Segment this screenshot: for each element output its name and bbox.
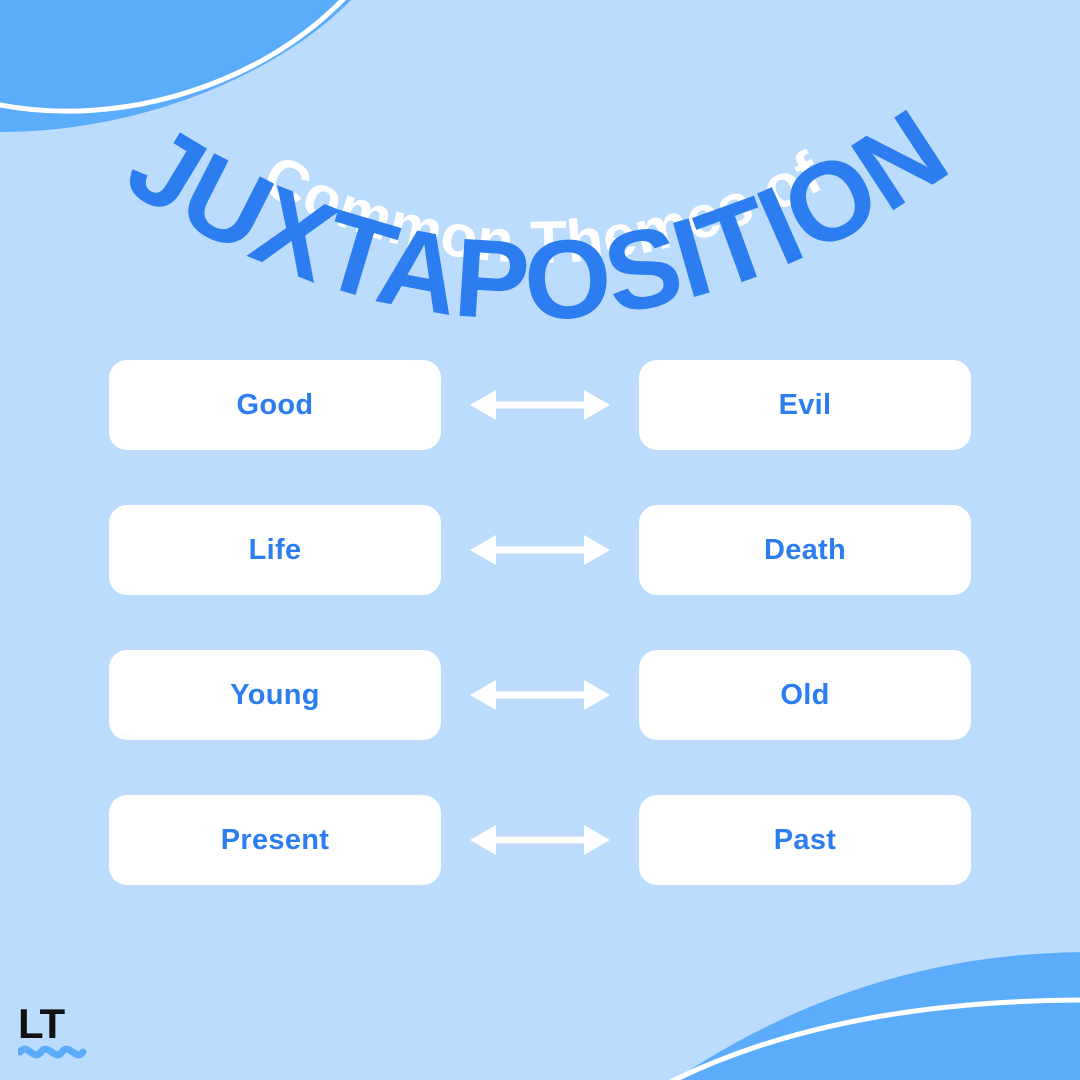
pair-row: Young Old <box>109 650 971 740</box>
concept-label-left: Good <box>236 388 314 421</box>
logo-wave-icon <box>18 1045 87 1059</box>
page-title: Common Themes of JUXTAPOSITION <box>0 86 1080 354</box>
concept-label-right: Evil <box>778 388 832 421</box>
pair-row: Present Past <box>109 795 971 885</box>
bottom-right-wave-line <box>669 997 1080 1080</box>
double-headed-arrow-icon <box>470 390 610 420</box>
concept-card-right[interactable]: Past <box>639 795 971 885</box>
concept-label-right: Past <box>773 823 837 856</box>
pairs-list: Good Evil Life Death Young Old Present P… <box>109 360 971 885</box>
concept-card-right[interactable]: Old <box>639 650 971 740</box>
concept-card-left[interactable]: Young <box>109 650 441 740</box>
concept-card-left[interactable]: Life <box>109 505 441 595</box>
concept-label-right: Old <box>780 678 830 711</box>
poster-canvas: Common Themes of JUXTAPOSITION Good Evil <box>0 0 1080 1080</box>
concept-label-right: Death <box>763 533 847 566</box>
concept-card-right[interactable]: Death <box>639 505 971 595</box>
arrow-cell <box>441 388 639 422</box>
double-headed-arrow-icon <box>470 825 610 855</box>
concept-label-left: Young <box>230 678 320 711</box>
arrow-cell <box>441 678 639 712</box>
arrow-cell <box>441 823 639 857</box>
top-left-wave-line <box>0 0 346 114</box>
arrow-cell <box>441 533 639 567</box>
bottom-right-wave-shape <box>674 952 1080 1080</box>
concept-label-left: Present <box>220 823 330 856</box>
logo-wordmark: LT <box>18 1000 66 1047</box>
pair-row: Good Evil <box>109 360 971 450</box>
concept-card-right[interactable]: Evil <box>639 360 971 450</box>
concept-card-left[interactable]: Present <box>109 795 441 885</box>
pair-row: Life Death <box>109 505 971 595</box>
double-headed-arrow-icon <box>470 680 610 710</box>
double-headed-arrow-icon <box>470 535 610 565</box>
brand-logo[interactable]: LT <box>18 1000 90 1062</box>
concept-card-left[interactable]: Good <box>109 360 441 450</box>
concept-label-left: Life <box>248 533 302 566</box>
